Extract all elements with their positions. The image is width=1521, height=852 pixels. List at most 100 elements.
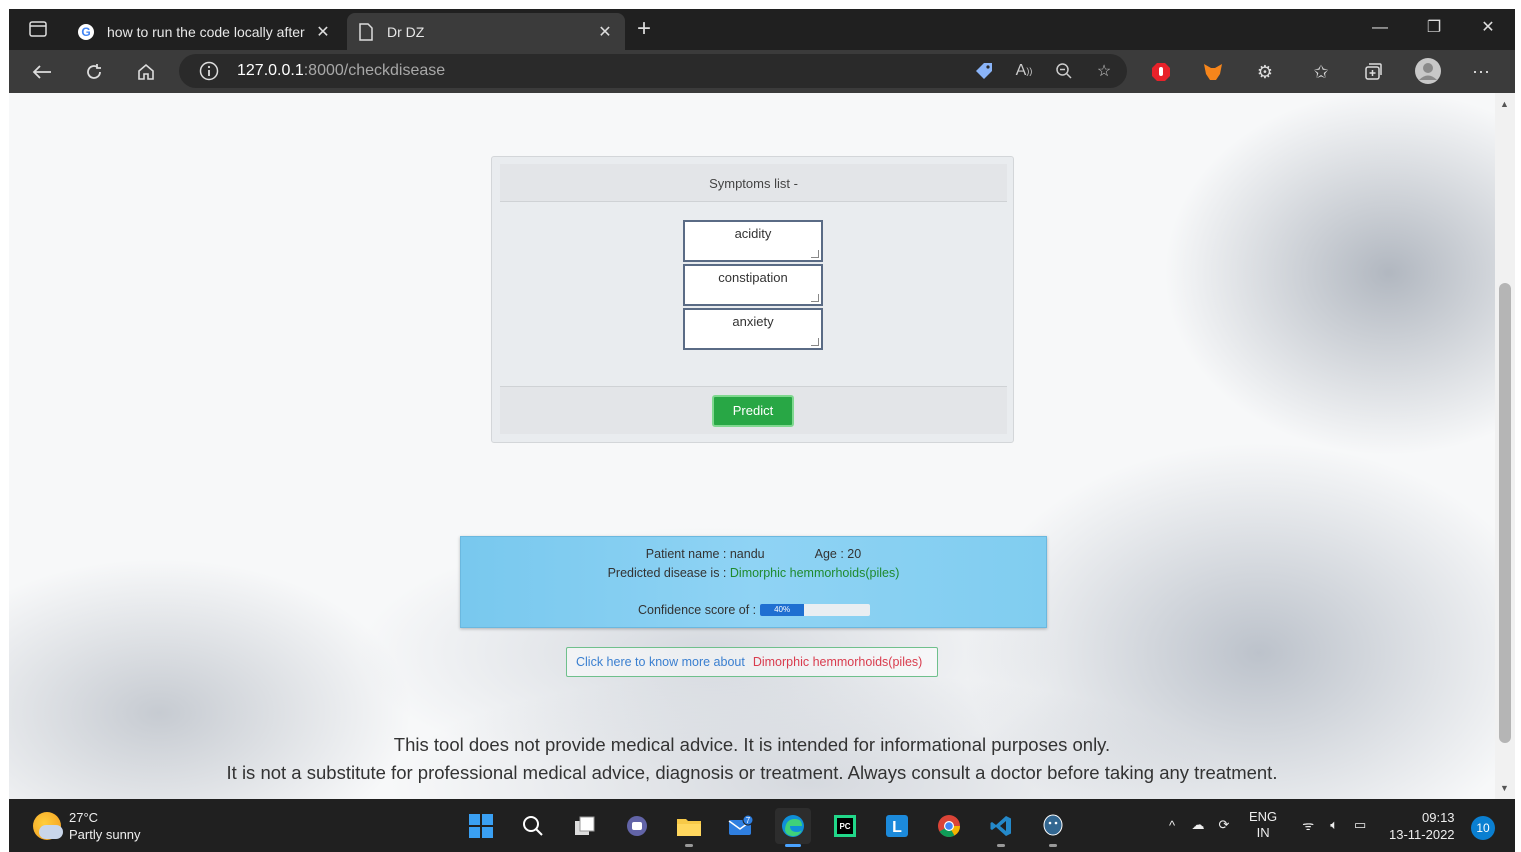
mail-icon[interactable]: 7 <box>723 808 759 844</box>
postgresql-icon[interactable] <box>1035 808 1071 847</box>
tab-actions-icon[interactable] <box>21 17 55 41</box>
symptoms-card-footer: Predict <box>500 386 1007 434</box>
disclaimer-line-1: This tool does not provide medical advic… <box>393 734 1111 755</box>
favorites-icon[interactable]: ✩ <box>1309 60 1333 84</box>
task-view-icon[interactable] <box>567 808 603 844</box>
weather-widget[interactable]: 27°C Partly sunny <box>33 809 141 843</box>
window-close-icon[interactable]: ✕ <box>1461 9 1515 47</box>
symptom-input-1[interactable]: acidity <box>683 220 823 262</box>
profile-avatar-icon[interactable] <box>1413 56 1443 86</box>
page-scrollbar[interactable]: ▲ ▼ <box>1495 93 1515 799</box>
weather-desc: Partly sunny <box>69 827 141 842</box>
address-bar-icons: A)) ☆ <box>973 60 1115 82</box>
confidence-progress-bar: 40% <box>760 604 871 616</box>
extensions-icon[interactable]: ⚙ <box>1253 60 1277 84</box>
symptom-value: constipation <box>718 270 788 285</box>
url-text: 127.0.0.1:8000/checkdisease <box>237 62 445 80</box>
patient-name: Patient name : nandu <box>645 547 765 561</box>
prediction-result-panel: Patient name : nandu Age : 20 Predicted d… <box>460 536 1047 628</box>
scrollbar-thumb[interactable] <box>1499 283 1511 743</box>
resize-grip-icon[interactable] <box>811 338 819 346</box>
partly-sunny-icon <box>33 812 63 840</box>
sync-icon[interactable]: ⟳ <box>1211 817 1237 833</box>
weather-text: 27°C Partly sunny <box>69 809 141 843</box>
confidence-label: Confidence score of : <box>638 603 757 617</box>
start-icon[interactable] <box>463 808 499 844</box>
lang-top: ENG <box>1249 809 1278 824</box>
running-indicator <box>1049 844 1057 847</box>
svg-text:L: L <box>892 819 902 836</box>
zoom-out-icon[interactable] <box>1053 60 1075 82</box>
back-icon[interactable] <box>27 57 57 87</box>
refresh-icon[interactable] <box>79 57 109 87</box>
predicted-disease: Dimorphic hemmorhoids(piles) <box>729 566 900 580</box>
weather-temp: 27°C <box>69 810 99 825</box>
symptom-input-3[interactable]: anxiety <box>683 308 823 350</box>
add-favorite-icon[interactable]: ☆ <box>1093 60 1115 82</box>
close-tab-icon[interactable]: ✕ <box>595 22 615 42</box>
svg-text:G: G <box>81 25 90 39</box>
volume-icon[interactable]: 🔈︎ <box>1321 817 1347 833</box>
confidence-progress-fill: 40% <box>760 604 805 616</box>
page-icon <box>357 22 375 41</box>
system-tray: ^ ☁ ⟳ ENG IN ᯤ 🔈︎ ▭ <box>1159 809 1373 841</box>
site-info-icon[interactable] <box>199 61 219 81</box>
settings-more-icon[interactable]: ⋯ <box>1469 60 1493 84</box>
running-indicator <box>997 844 1005 847</box>
symptom-input-2[interactable]: constipation <box>683 264 823 306</box>
learn-more-link[interactable]: Click here to know more about Dimorphic h… <box>566 647 938 677</box>
language-indicator[interactable]: ENG IN <box>1249 809 1277 841</box>
resize-grip-icon[interactable] <box>811 250 819 258</box>
patient-info: Patient name : nandu Age : 20 <box>461 547 1046 561</box>
google-icon: G <box>77 23 95 41</box>
active-indicator <box>785 844 801 847</box>
chevron-up-icon[interactable]: ^ <box>1159 818 1185 833</box>
search-icon[interactable] <box>515 808 551 844</box>
app-l-icon[interactable]: L <box>879 808 915 844</box>
restore-icon[interactable]: ❐ <box>1407 9 1461 47</box>
scroll-up-icon[interactable]: ▲ <box>1500 99 1509 109</box>
notification-badge[interactable]: 10 <box>1471 816 1495 840</box>
coupon-tag-icon[interactable] <box>973 60 995 82</box>
home-icon[interactable] <box>131 57 161 87</box>
predict-button[interactable]: Predict <box>712 395 794 427</box>
symptoms-card-header: Symptoms list - <box>500 164 1007 202</box>
new-tab-button[interactable]: + <box>637 17 651 41</box>
learn-more-disease: Dimorphic hemmorhoids(piles) <box>752 655 923 669</box>
teams-chat-icon[interactable] <box>619 808 655 844</box>
metamask-extension-icon[interactable] <box>1201 60 1225 84</box>
resize-grip-icon[interactable] <box>811 294 819 302</box>
clock-time: 09:13 <box>1422 810 1455 825</box>
learn-more-prefix: Click here to know more about <box>576 655 745 669</box>
taskbar-apps: 7 PC L <box>463 808 1071 847</box>
close-tab-icon[interactable]: ✕ <box>313 22 333 42</box>
tab-dr-dz[interactable]: Dr DZ ✕ <box>347 13 625 50</box>
file-explorer-icon[interactable] <box>671 808 707 847</box>
chrome-icon[interactable] <box>931 808 967 844</box>
battery-icon[interactable]: ▭ <box>1347 817 1373 833</box>
running-indicator <box>685 844 693 847</box>
wifi-icon[interactable]: ᯤ <box>1295 816 1321 834</box>
tab-google-search[interactable]: G how to run the code locally after ✕ <box>67 13 343 50</box>
scroll-down-icon[interactable]: ▼ <box>1500 783 1509 793</box>
symptom-value: anxiety <box>732 314 774 329</box>
edge-browser-icon[interactable] <box>775 808 811 847</box>
collections-icon[interactable] <box>1361 60 1385 84</box>
mail-badge: 7 <box>746 816 751 825</box>
clock[interactable]: 09:13 13-11-2022 <box>1389 809 1455 843</box>
read-aloud-icon[interactable]: A)) <box>1013 60 1035 82</box>
svg-text:PC: PC <box>839 822 850 831</box>
clock-date: 13-11-2022 <box>1389 827 1455 842</box>
onedrive-icon[interactable]: ☁ <box>1185 817 1211 833</box>
tab-title: how to run the code locally after <box>107 23 305 40</box>
confidence-line: Confidence score of : 40% <box>638 603 871 617</box>
symptoms-card: Symptoms list - acidity constipation anx… <box>491 156 1014 443</box>
pycharm-icon[interactable]: PC <box>827 808 863 844</box>
minimize-icon[interactable]: — <box>1353 9 1407 47</box>
adblock-extension-icon[interactable] <box>1149 60 1173 84</box>
window-controls: — ❐ ✕ <box>1353 9 1515 47</box>
address-bar[interactable]: 127.0.0.1:8000/checkdisease A)) ☆ <box>179 54 1127 88</box>
vscode-icon[interactable] <box>983 808 1019 847</box>
url-host: 127.0.0.1 <box>237 62 304 79</box>
patient-age: Age : 20 <box>814 547 862 561</box>
